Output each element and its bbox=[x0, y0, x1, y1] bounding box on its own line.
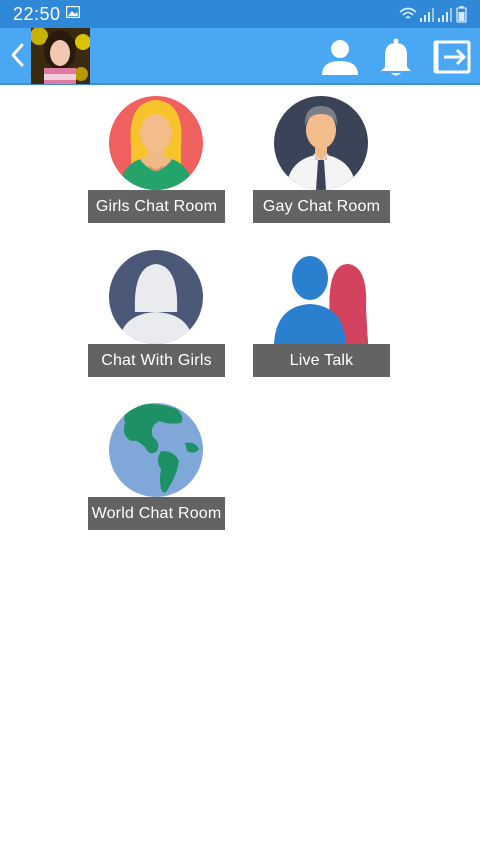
gay-chat-room-button[interactable]: Gay Chat Room bbox=[252, 96, 392, 236]
logout-icon[interactable] bbox=[432, 37, 472, 77]
signal-icon bbox=[420, 8, 434, 22]
room-label: Live Talk bbox=[253, 344, 390, 377]
blonde-woman-icon bbox=[109, 96, 203, 190]
room-label: Girls Chat Room bbox=[88, 190, 225, 223]
status-icons bbox=[399, 6, 467, 23]
bell-icon[interactable] bbox=[376, 37, 416, 77]
signal-icon bbox=[438, 8, 452, 22]
status-time: 22:50 bbox=[13, 4, 61, 24]
chat-with-girls-button[interactable]: Chat With Girls bbox=[87, 250, 227, 390]
room-label: Gay Chat Room bbox=[253, 190, 390, 223]
avatar[interactable] bbox=[31, 28, 90, 84]
woman-silhouette-icon bbox=[109, 250, 203, 344]
back-arrow-icon[interactable] bbox=[7, 40, 27, 70]
room-label: Chat With Girls bbox=[88, 344, 225, 377]
businessman-icon bbox=[274, 96, 368, 190]
girls-chat-room-button[interactable]: Girls Chat Room bbox=[87, 96, 227, 236]
app-bar bbox=[0, 28, 480, 85]
status-bar: 22:50 bbox=[0, 0, 480, 28]
profile-icon[interactable] bbox=[320, 37, 360, 77]
live-talk-button[interactable]: Live Talk bbox=[252, 250, 392, 390]
world-chat-room-button[interactable]: World Chat Room bbox=[87, 403, 227, 543]
wifi-icon bbox=[399, 7, 417, 19]
battery-icon bbox=[456, 6, 467, 23]
couple-silhouette-icon bbox=[274, 256, 368, 344]
gallery-icon bbox=[66, 6, 80, 18]
globe-icon bbox=[109, 403, 203, 497]
room-label: World Chat Room bbox=[88, 497, 225, 530]
